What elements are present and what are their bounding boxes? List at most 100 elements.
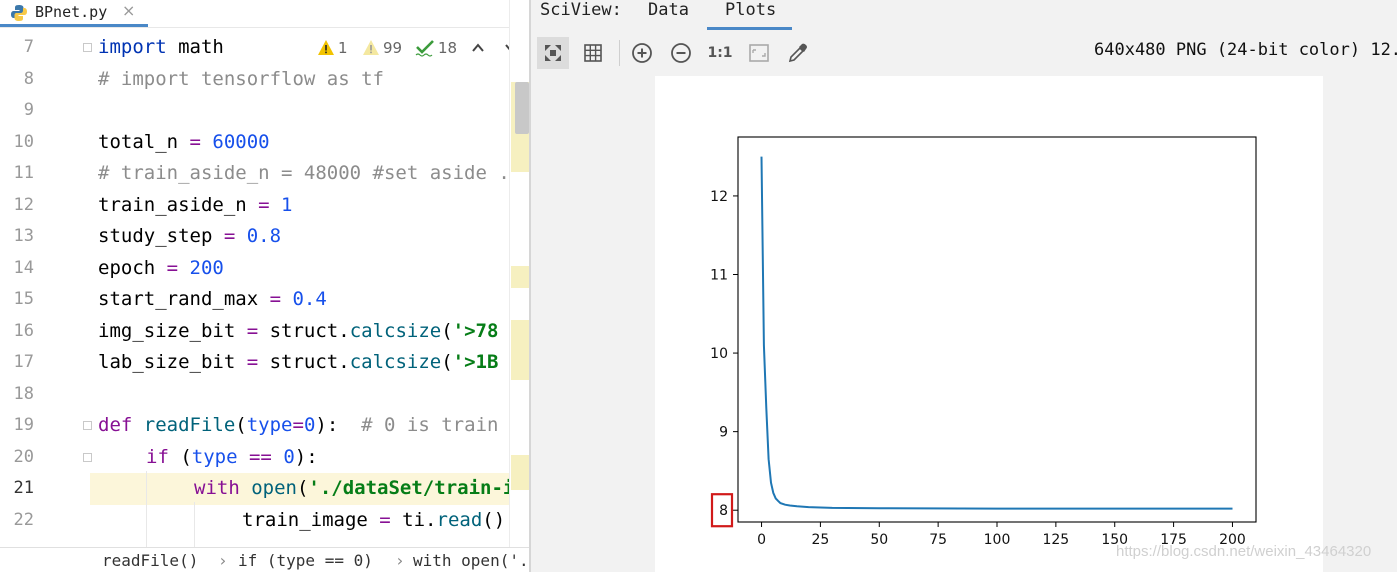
code-line-11: # train_aside_n = 48000 #set aside . [98, 162, 510, 184]
identifier: study_step [98, 225, 224, 247]
watermark-text: https://blog.csdn.net/weixin_43464320 [1116, 543, 1372, 560]
close-tab-icon[interactable]: × [122, 1, 135, 20]
sciview-tab-bar: SciView: Data Plots [531, 0, 1397, 30]
operator: == [237, 446, 272, 468]
x-tick-label: 125 [1042, 532, 1069, 548]
keyword: with [194, 477, 240, 499]
tab-plots-label: Plots [725, 0, 777, 20]
y-tick-label: 9 [719, 425, 728, 441]
operator: = [223, 225, 236, 247]
scrollbar-thumb[interactable] [515, 82, 529, 134]
paren: ( [168, 446, 192, 468]
fit-view-button[interactable] [537, 37, 569, 69]
zoom-out-icon [671, 43, 691, 63]
number-literal: 0.8 [235, 225, 282, 247]
inspection-widget[interactable]: 1 99 18 [315, 36, 530, 64]
breadcrumb-item[interactable]: with open('. [413, 551, 529, 570]
operator: = [246, 351, 259, 373]
previous-highlight-icon[interactable] [471, 41, 485, 59]
code-line-10: total_n = 60000 [98, 131, 270, 153]
toolbar-separator [619, 40, 620, 66]
function-call: open [239, 477, 297, 499]
fit-window-icon [749, 44, 769, 62]
identifier: total_n [98, 131, 190, 153]
paren: ( [296, 477, 309, 499]
identifier: train_image [242, 509, 380, 531]
y-tick-label: 11 [710, 268, 728, 284]
breadcrumb-item[interactable]: if (type == 0) [238, 551, 373, 570]
code-line-19: def readFile(type=0): # 0 is train [98, 414, 498, 436]
file-tab[interactable]: BPnet.py × [0, 0, 148, 27]
code-line-8: # import tensorflow as tf [98, 68, 384, 90]
x-tick-label: 0 [757, 532, 766, 548]
breadcrumb-item[interactable]: readFile() [102, 551, 198, 570]
identifier: img_size_bit [98, 320, 247, 342]
code-text: struct. [258, 320, 350, 342]
code-text: ti. [390, 509, 437, 531]
plot-image: 8 9 10 11 12 0 25 50 75 100 125 150 175 200 [655, 76, 1323, 572]
code-line-22: train_image = ti.read() [242, 509, 505, 531]
code-text: math [166, 36, 224, 58]
keyword: def [98, 414, 133, 436]
typo-check-icon [415, 39, 435, 61]
sciview-title: SciView: [540, 0, 622, 20]
code-line-15: start_rand_max = 0.4 [98, 288, 327, 310]
x-tick-label: 50 [870, 532, 888, 548]
paren: ( [441, 320, 453, 342]
number-literal: 60000 [200, 131, 270, 153]
identifier: start_rand_max [98, 288, 270, 310]
zoom-out-button[interactable] [665, 37, 697, 69]
identifier: lab_size_bit [98, 351, 247, 373]
operator: = [189, 131, 201, 153]
tab-data[interactable]: Data [648, 0, 689, 20]
paren: ( [441, 351, 453, 373]
y-tick-label: 12 [710, 189, 728, 205]
tab-plots[interactable]: Plots [707, 0, 792, 30]
operator: = [292, 414, 304, 436]
grid-icon [584, 44, 602, 62]
fit-window-button[interactable] [743, 37, 775, 69]
operator: = [166, 257, 179, 279]
parameter: type [246, 414, 293, 436]
sciview-panel: SciView: Data Plots 1:1 640x480 PNG (24-… [531, 0, 1397, 572]
operator: = [269, 288, 282, 310]
plot-toolbar: 1:1 640x480 PNG (24-bit color) 12.9 [531, 34, 1397, 72]
breadcrumb: readFile() › if (type == 0) › with open(… [0, 547, 530, 572]
color-picker-button[interactable] [782, 37, 814, 69]
breadcrumb-separator-icon: › [395, 551, 405, 570]
operator: = [258, 194, 270, 216]
actual-size-button[interactable]: 1:1 [704, 37, 736, 69]
operator: = [246, 320, 259, 342]
loss-series-line [760, 156, 1233, 510]
python-file-icon [10, 4, 28, 22]
code-line-12: train_aside_n = 1 [98, 194, 293, 216]
code-line-20: if (type == 0): [146, 446, 318, 468]
editor-tab-bar: BPnet.py × [0, 0, 530, 28]
paren: ( [235, 414, 247, 436]
plot-axes-frame [737, 136, 1257, 523]
code-area[interactable]: import math # import tensorflow as tf to… [0, 32, 510, 547]
y-axis: 8 9 10 11 12 [710, 189, 738, 519]
code-line-7: import math [98, 36, 224, 58]
grid-toggle-button[interactable] [577, 37, 609, 69]
weak-warning-icon [362, 39, 380, 60]
code-line-13: study_step = 0.8 [98, 225, 281, 247]
indent-guide [146, 471, 147, 547]
comment: # import tensorflow as tf [98, 68, 384, 90]
function-name: readFile [132, 414, 236, 436]
paren: () [482, 509, 506, 531]
x-tick-label: 100 [984, 532, 1011, 548]
zoom-in-icon [632, 43, 652, 63]
breadcrumb-separator-icon: › [218, 551, 228, 570]
actual-size-icon: 1:1 [707, 45, 733, 61]
code-editor[interactable]: BPnet.py × 7 8 9 10 11 12 13 14 15 16 17… [0, 0, 530, 572]
zoom-in-button[interactable] [626, 37, 658, 69]
typo-count: 18 [438, 39, 458, 57]
file-tab-label: BPnet.py [35, 3, 108, 21]
error-stripe-marker [511, 455, 530, 490]
editor-scrollbar[interactable] [509, 0, 530, 572]
operator: = [379, 509, 391, 531]
function-call: calcsize [349, 320, 442, 342]
function-call: calcsize [349, 351, 442, 373]
y-tick-label: 8 [719, 503, 728, 519]
